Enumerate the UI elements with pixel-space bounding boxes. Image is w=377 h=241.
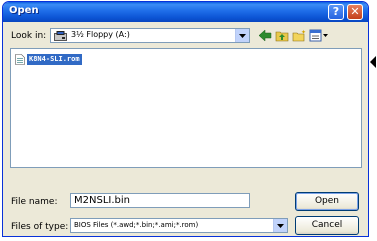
filetype-label: Files of type: (11, 222, 69, 232)
lookin-dropdown[interactable]: 3½ Floppy (A:) (50, 28, 250, 43)
open-button[interactable]: Open (295, 192, 359, 211)
close-icon: ✕ (350, 5, 360, 18)
new-folder-icon[interactable]: ✦ (292, 29, 306, 42)
chevron-down-icon[interactable] (235, 29, 249, 42)
file-name: K8N4-SLI.rom (27, 53, 82, 65)
lookin-label: Look in: (11, 31, 47, 41)
cancel-button[interactable]: Cancel (295, 216, 359, 235)
close-button[interactable]: ✕ (347, 4, 363, 20)
floppy-drive-icon (54, 31, 67, 44)
file-icon (15, 53, 25, 65)
filetype-dropdown[interactable]: BIOS Files (*.awd;*.bin;*.ami;*.rom) (70, 218, 288, 233)
up-folder-icon[interactable] (275, 29, 289, 42)
view-menu-icon[interactable] (309, 29, 329, 42)
back-arrow-icon[interactable] (258, 29, 272, 42)
filetype-value: BIOS Files (*.awd;*.bin;*.ami;*.rom) (74, 221, 199, 229)
title-bar[interactable]: Open ? ✕ (3, 2, 368, 22)
pointer-arrow-icon (370, 56, 376, 68)
file-list[interactable]: K8N4-SLI.rom (10, 48, 362, 168)
lookin-value: 3½ Floppy (A:) (71, 30, 130, 39)
file-list-item[interactable]: K8N4-SLI.rom (15, 53, 82, 65)
filename-label: File name: (11, 197, 58, 207)
help-button[interactable]: ? (328, 4, 344, 20)
filename-input[interactable]: M2NSLI.bin (70, 193, 250, 208)
chevron-down-icon[interactable] (273, 219, 287, 232)
svg-text:✦: ✦ (301, 29, 306, 36)
dialog-title: Open (9, 5, 39, 16)
open-dialog: Open ? ✕ Look in: 3½ Floppy (A:) ✦ K8N4-… (2, 1, 369, 237)
